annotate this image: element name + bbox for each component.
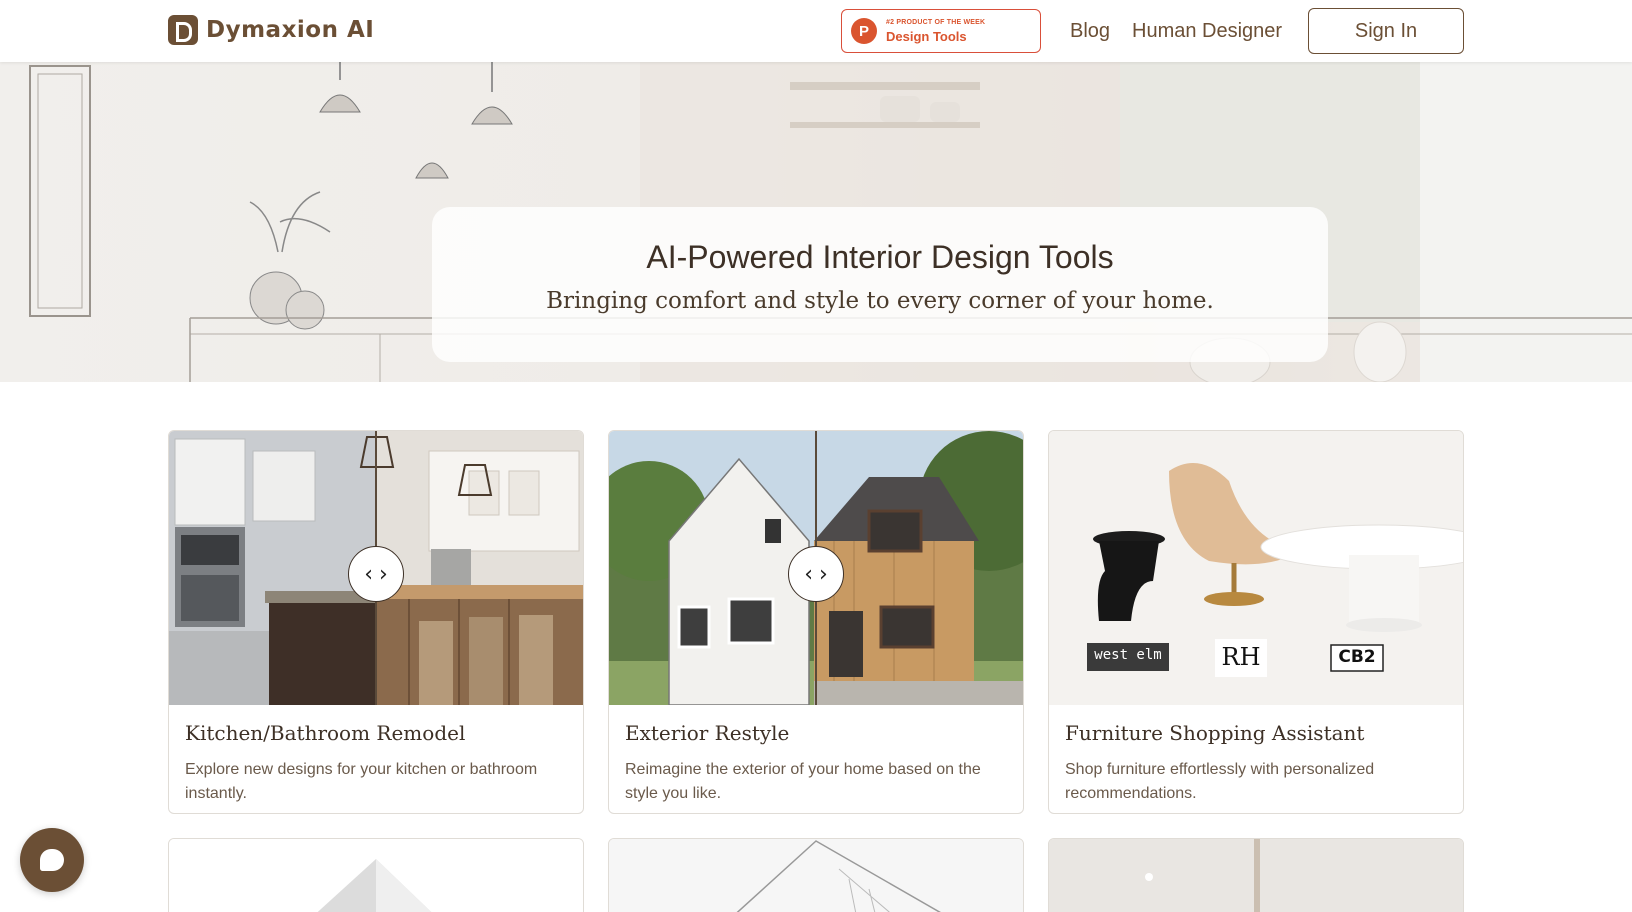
before-after-slider-handle[interactable]: ‹ › (348, 546, 404, 602)
chevron-right-icon: › (379, 561, 388, 587)
nav-human-designer-link[interactable]: Human Designer (1132, 20, 1282, 43)
hero-banner: AI-Powered Interior Design Tools Bringin… (0, 62, 1632, 382)
logo-icon (168, 15, 198, 45)
card-description: Explore new designs for your kitchen or … (185, 761, 538, 802)
card-description: Reimagine the exterior of your home base… (625, 761, 981, 802)
card-row2-1[interactable] (168, 838, 584, 912)
card-kitchen-bathroom-remodel[interactable]: ‹ › Kitchen/Bathroom Remodel Explore new… (168, 430, 584, 814)
chevron-left-icon: ‹ (364, 561, 373, 587)
card-furniture-shopping-assistant[interactable]: west elm RH CB2 Furniture Shopping Assis… (1048, 430, 1464, 814)
logo-text: Dymaxion AI (206, 17, 375, 43)
sign-in-button[interactable]: Sign In (1308, 8, 1464, 54)
chat-launcher-button[interactable] (20, 828, 84, 892)
card-row2-3[interactable] (1048, 838, 1464, 912)
chevron-right-icon: › (819, 561, 828, 587)
product-hunt-rank: #2 PRODUCT OF THE WEEK (886, 19, 986, 26)
card-exterior-restyle[interactable]: ‹ › Exterior Restyle Reimagine the exter… (608, 430, 1024, 814)
product-hunt-category: Design Tools (886, 29, 967, 44)
interior-render-image (169, 839, 583, 912)
before-after-slider-handle[interactable]: ‹ › (788, 546, 844, 602)
exterior-before-after-image: ‹ › (609, 431, 1023, 705)
product-hunt-icon: P (851, 18, 877, 44)
product-hunt-badge[interactable]: P #2 PRODUCT OF THE WEEK Design Tools (841, 9, 1041, 53)
site-header: Dymaxion AI P #2 PRODUCT OF THE WEEK Des… (0, 0, 1632, 62)
brand-cb2: CB2 (1338, 647, 1376, 667)
card-description: Shop furniture effortlessly with persona… (1065, 761, 1375, 802)
nav-blog-link[interactable]: Blog (1070, 20, 1110, 43)
kitchen-before-after-image: ‹ › (169, 431, 583, 705)
brand-west-elm: west elm (1094, 647, 1162, 663)
hero-title: AI-Powered Interior Design Tools (646, 239, 1114, 275)
chat-icon (40, 849, 64, 871)
floorplan-render-image (609, 839, 1023, 912)
hero-text-card: AI-Powered Interior Design Tools Bringin… (432, 207, 1328, 362)
card-title: Kitchen/Bathroom Remodel (185, 721, 466, 745)
logo-link[interactable]: Dymaxion AI (168, 15, 374, 45)
hero-subtitle: Bringing comfort and style to every corn… (546, 288, 1214, 314)
card-title: Furniture Shopping Assistant (1065, 721, 1365, 745)
card-row2-2[interactable] (608, 838, 1024, 912)
brand-rh: RH (1221, 643, 1261, 671)
chevron-left-icon: ‹ (804, 561, 813, 587)
card-title: Exterior Restyle (625, 721, 790, 745)
room-photo-image (1049, 839, 1463, 912)
furniture-collage-image: west elm RH CB2 (1049, 431, 1463, 705)
